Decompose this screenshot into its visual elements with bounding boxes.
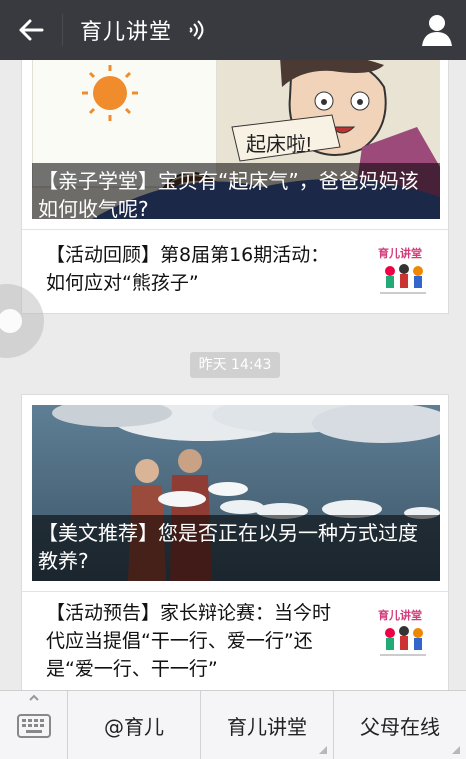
cover-sign-text: 起床啦! [246, 133, 312, 156]
arrow-left-icon [19, 19, 44, 41]
article-card: 【美文推荐】您是否正在以另一种方式过度教养? 【活动预告】家长辩论赛：当今时代应… [21, 394, 449, 690]
page-title: 育儿讲堂 [80, 20, 173, 45]
message-feed[interactable]: 起床啦! 【亲子学堂】宝贝有“起床气”，爸爸妈妈该如何收气呢? 【活动回顾】第8… [0, 60, 466, 690]
top-bar: 育儿讲堂 [0, 0, 466, 60]
person-icon [422, 15, 452, 46]
card-divider [22, 591, 448, 592]
article-cover[interactable]: 起床啦! 【亲子学堂】宝贝有“起床气”，爸爸妈妈该如何收气呢? [32, 60, 440, 219]
thumb-logo-text: 育儿讲堂 [378, 246, 422, 260]
menu-item-yuer-jiangtang[interactable]: 育儿讲堂 [201, 691, 334, 759]
keyboard-toggle-button[interactable] [0, 691, 68, 759]
card-divider [22, 229, 448, 230]
article-thumbnail[interactable]: 育儿讲堂 [374, 605, 432, 663]
article-item-title[interactable]: 【活动预告】家长辩论赛：当今时代应当提倡“干一行、爱一行”还是“爱一行、干一行” [46, 599, 336, 683]
menu-item-at-yuer[interactable]: @育儿 [68, 691, 201, 759]
article-item-title[interactable]: 【活动回顾】第8届第16期活动：如何应对“熊孩子” [46, 241, 336, 297]
keyboard-icon [17, 694, 51, 738]
cover-caption: 【亲子学堂】宝贝有“起床气”，爸爸妈妈该如何收气呢? [32, 163, 440, 219]
article-card: 起床啦! 【亲子学堂】宝贝有“起床气”，爸爸妈妈该如何收气呢? 【活动回顾】第8… [21, 60, 449, 314]
article-cover[interactable]: 【美文推荐】您是否正在以另一种方式过度教养? [32, 405, 440, 581]
menu-item-fumu-zaixian[interactable]: 父母在线 [334, 691, 466, 759]
floating-assist-dot [0, 309, 22, 333]
brand-logo-thumbnail: 育儿讲堂 [378, 246, 426, 294]
voice-wave-icon [186, 19, 208, 41]
menu-item-label: 父母在线 [360, 715, 440, 739]
timestamp-badge: 昨天 14:43 [190, 352, 280, 378]
bottom-menu-bar: @育儿 育儿讲堂 父母在线 [0, 690, 466, 759]
profile-button[interactable] [420, 12, 454, 48]
menu-item-label: @育儿 [104, 715, 164, 739]
menu-item-label: 育儿讲堂 [227, 715, 307, 739]
back-button[interactable] [0, 0, 62, 60]
thumb-logo-text: 育儿讲堂 [378, 608, 422, 622]
submenu-indicator-icon [319, 746, 327, 754]
cover-caption: 【美文推荐】您是否正在以另一种方式过度教养? [32, 515, 440, 581]
brand-logo-thumbnail: 育儿讲堂 [378, 608, 426, 656]
title-separator [62, 14, 63, 46]
article-thumbnail[interactable]: 育儿讲堂 [374, 243, 432, 301]
submenu-indicator-icon [452, 746, 460, 754]
